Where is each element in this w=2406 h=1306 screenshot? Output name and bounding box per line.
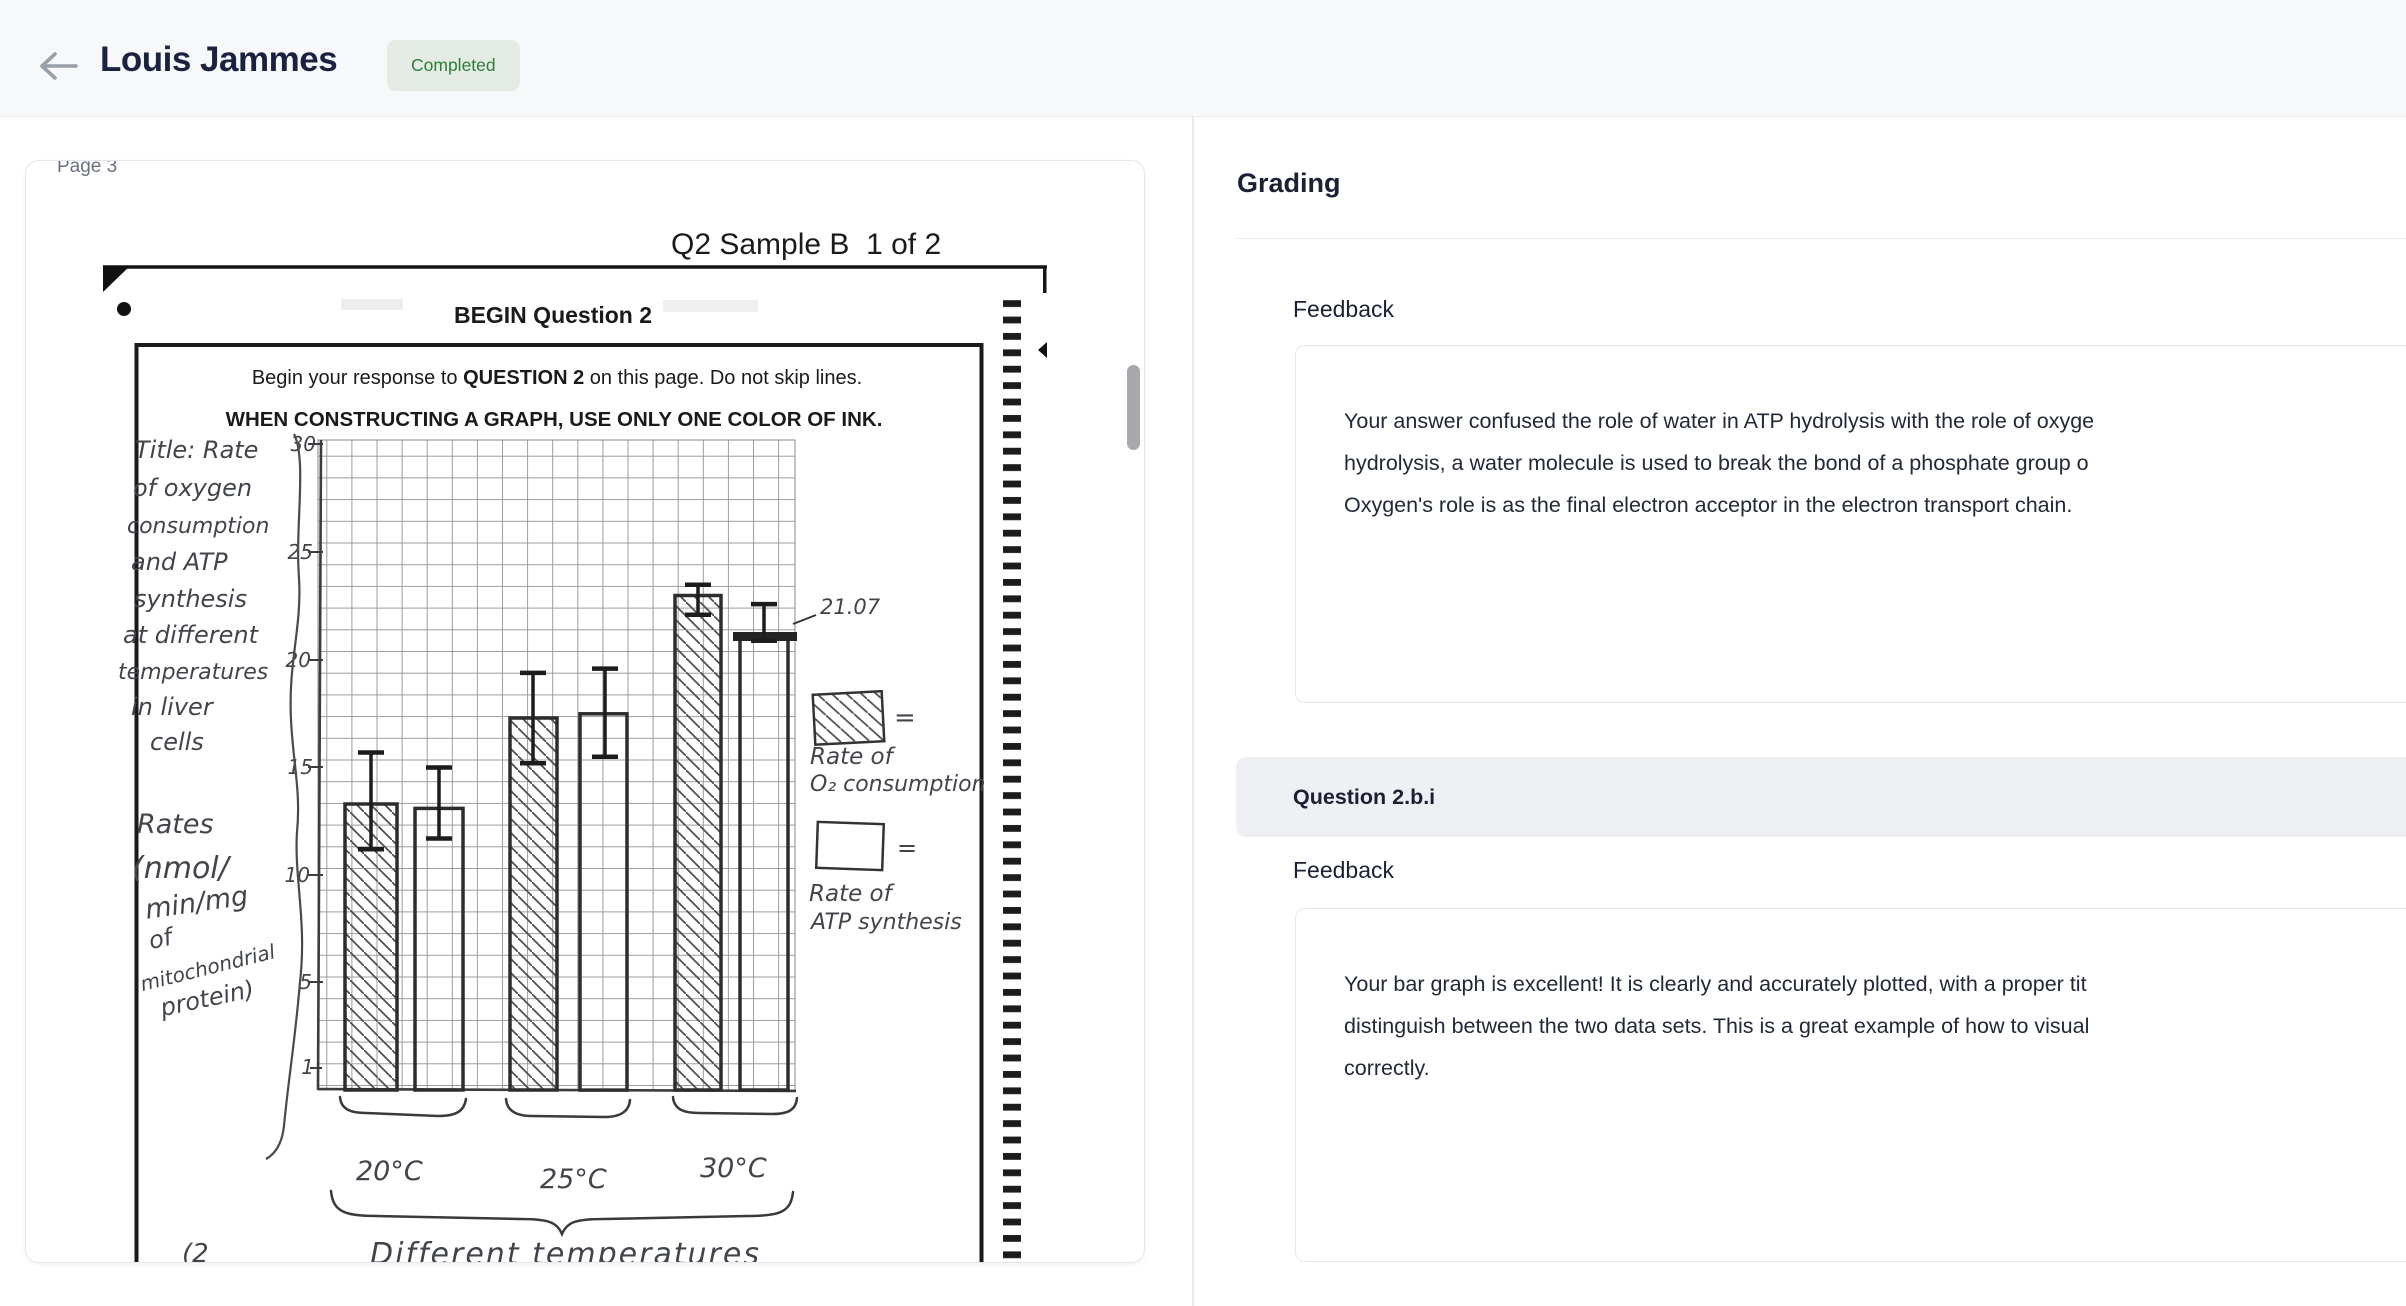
bar-value-annotation: 21.07 <box>793 595 881 624</box>
svg-text:Rates: Rates <box>137 809 214 840</box>
x-axis-labels: 20°C 25°C 30°C Different temperatures <box>331 1097 797 1262</box>
feedback-text-line: correctly. <box>1344 1047 2406 1089</box>
document-scrollbar-thumb[interactable] <box>1127 365 1140 450</box>
svg-text:21.07: 21.07 <box>820 595 881 619</box>
svg-text:1: 1 <box>301 1055 314 1079</box>
svg-text:synthesis: synthesis <box>134 585 247 613</box>
perforation-strip <box>1003 298 1021 1261</box>
svg-text:of oxygen: of oxygen <box>133 474 252 502</box>
status-badge: Completed <box>387 40 520 91</box>
svg-text:and ATP: and ATP <box>131 548 228 576</box>
page-title-student-name: Louis Jammes <box>100 40 337 80</box>
svg-text:min/mg: min/mg <box>143 881 250 926</box>
document-viewer-panel: Page 3 Q2 Sample B 1 of 2 BEGIN Question… <box>0 117 1192 1306</box>
app-window: Louis Jammes Completed Page 3 <box>0 0 2406 1306</box>
svg-text:20: 20 <box>286 648 311 672</box>
svg-text:consumption: consumption <box>127 514 269 539</box>
feedback-textbox-2[interactable]: Your bar graph is excellent! It is clear… <box>1295 908 2406 1262</box>
graph-ink-instruction: WHEN CONSTRUCTING A GRAPH, USE ONLY ONE … <box>226 408 883 431</box>
svg-text:Title: Rate: Title: Rate <box>135 436 258 464</box>
section-header-question-2bi[interactable]: Question 2.b.i <box>1236 757 2406 837</box>
svg-text:25°C: 25°C <box>540 1164 607 1195</box>
grading-panel: Grading Feedback Your answer confused th… <box>1194 117 2406 1306</box>
bar <box>510 718 557 1090</box>
x-axis-brace <box>331 1191 793 1234</box>
bar <box>675 596 721 1091</box>
feedback-label-2: Feedback <box>1293 857 1394 884</box>
svg-text:(nmol/: (nmol/ <box>132 851 232 886</box>
begin-question-heading: BEGIN Question 2 <box>454 302 652 328</box>
grading-panel-title: Grading <box>1237 168 1341 199</box>
svg-text:25: 25 <box>288 540 313 564</box>
svg-text:temperatures: temperatures <box>118 660 268 685</box>
corner-handwriting: (2 <box>182 1239 209 1262</box>
handwritten-y-label: Rates (nmol/ min/mg of mitochondrial pro… <box>132 809 278 1022</box>
left-arrow-icon <box>36 48 80 84</box>
svg-text:in liver: in liver <box>131 693 215 721</box>
question-section-label: Question 2.b.i <box>1293 757 1435 837</box>
svg-text:=: = <box>894 703 916 733</box>
header-bar: Louis Jammes Completed <box>0 0 2406 117</box>
svg-text:20°C: 20°C <box>356 1156 423 1187</box>
response-instruction: Begin your response to QUESTION 2 on thi… <box>252 367 862 389</box>
graph-legend: = Rate of O₂ consumption = Rate of ATP s… <box>809 691 986 935</box>
feedback-text-line: hydrolysis, a water molecule is used to … <box>1344 442 2406 484</box>
handwritten-chart-title: Title: Rate of oxygen consumption and AT… <box>118 436 269 756</box>
hatched-box-icon <box>813 691 885 745</box>
svg-text:Rate of: Rate of <box>810 744 896 770</box>
scanned-page-card: Page 3 Q2 Sample B 1 of 2 BEGIN Question… <box>25 160 1145 1263</box>
registration-dot <box>117 302 131 316</box>
exam-scan-page: Page 3 Q2 Sample B 1 of 2 BEGIN Question… <box>26 161 1144 1262</box>
feedback-text-line: Your answer confused the role of water i… <box>1344 400 2406 442</box>
back-arrow-icon[interactable] <box>36 48 80 84</box>
svg-text:15: 15 <box>288 755 313 779</box>
corner-wedge <box>103 266 130 292</box>
svg-text:ATP synthesis: ATP synthesis <box>809 910 962 935</box>
page-number-label: Page 3 <box>57 161 117 177</box>
svg-text:30°C: 30°C <box>700 1153 767 1184</box>
svg-text:O₂ consumption: O₂ consumption <box>810 772 986 797</box>
open-box-icon <box>816 822 884 870</box>
svg-text:Rate of: Rate of <box>809 881 895 907</box>
x-axis-title: Different temperatures <box>370 1237 761 1262</box>
section-divider <box>1236 238 2406 239</box>
feedback-textbox-1[interactable]: Your answer confused the role of water i… <box>1295 345 2406 703</box>
edge-notch <box>1038 342 1047 358</box>
feedback-text-line: Your bar graph is excellent! It is clear… <box>1344 963 2406 1005</box>
sample-title: Q2 Sample B 1 of 2 <box>671 228 941 261</box>
feedback-text-line: distinguish between the two data sets. T… <box>1344 1005 2406 1047</box>
svg-text:cells: cells <box>150 728 204 756</box>
svg-text:of: of <box>146 922 178 955</box>
svg-text:=: = <box>897 834 917 862</box>
feedback-label-1: Feedback <box>1293 296 1394 323</box>
feedback-text-line: Oxygen's role is as the final electron a… <box>1344 484 2406 526</box>
svg-text:at different: at different <box>123 621 260 649</box>
